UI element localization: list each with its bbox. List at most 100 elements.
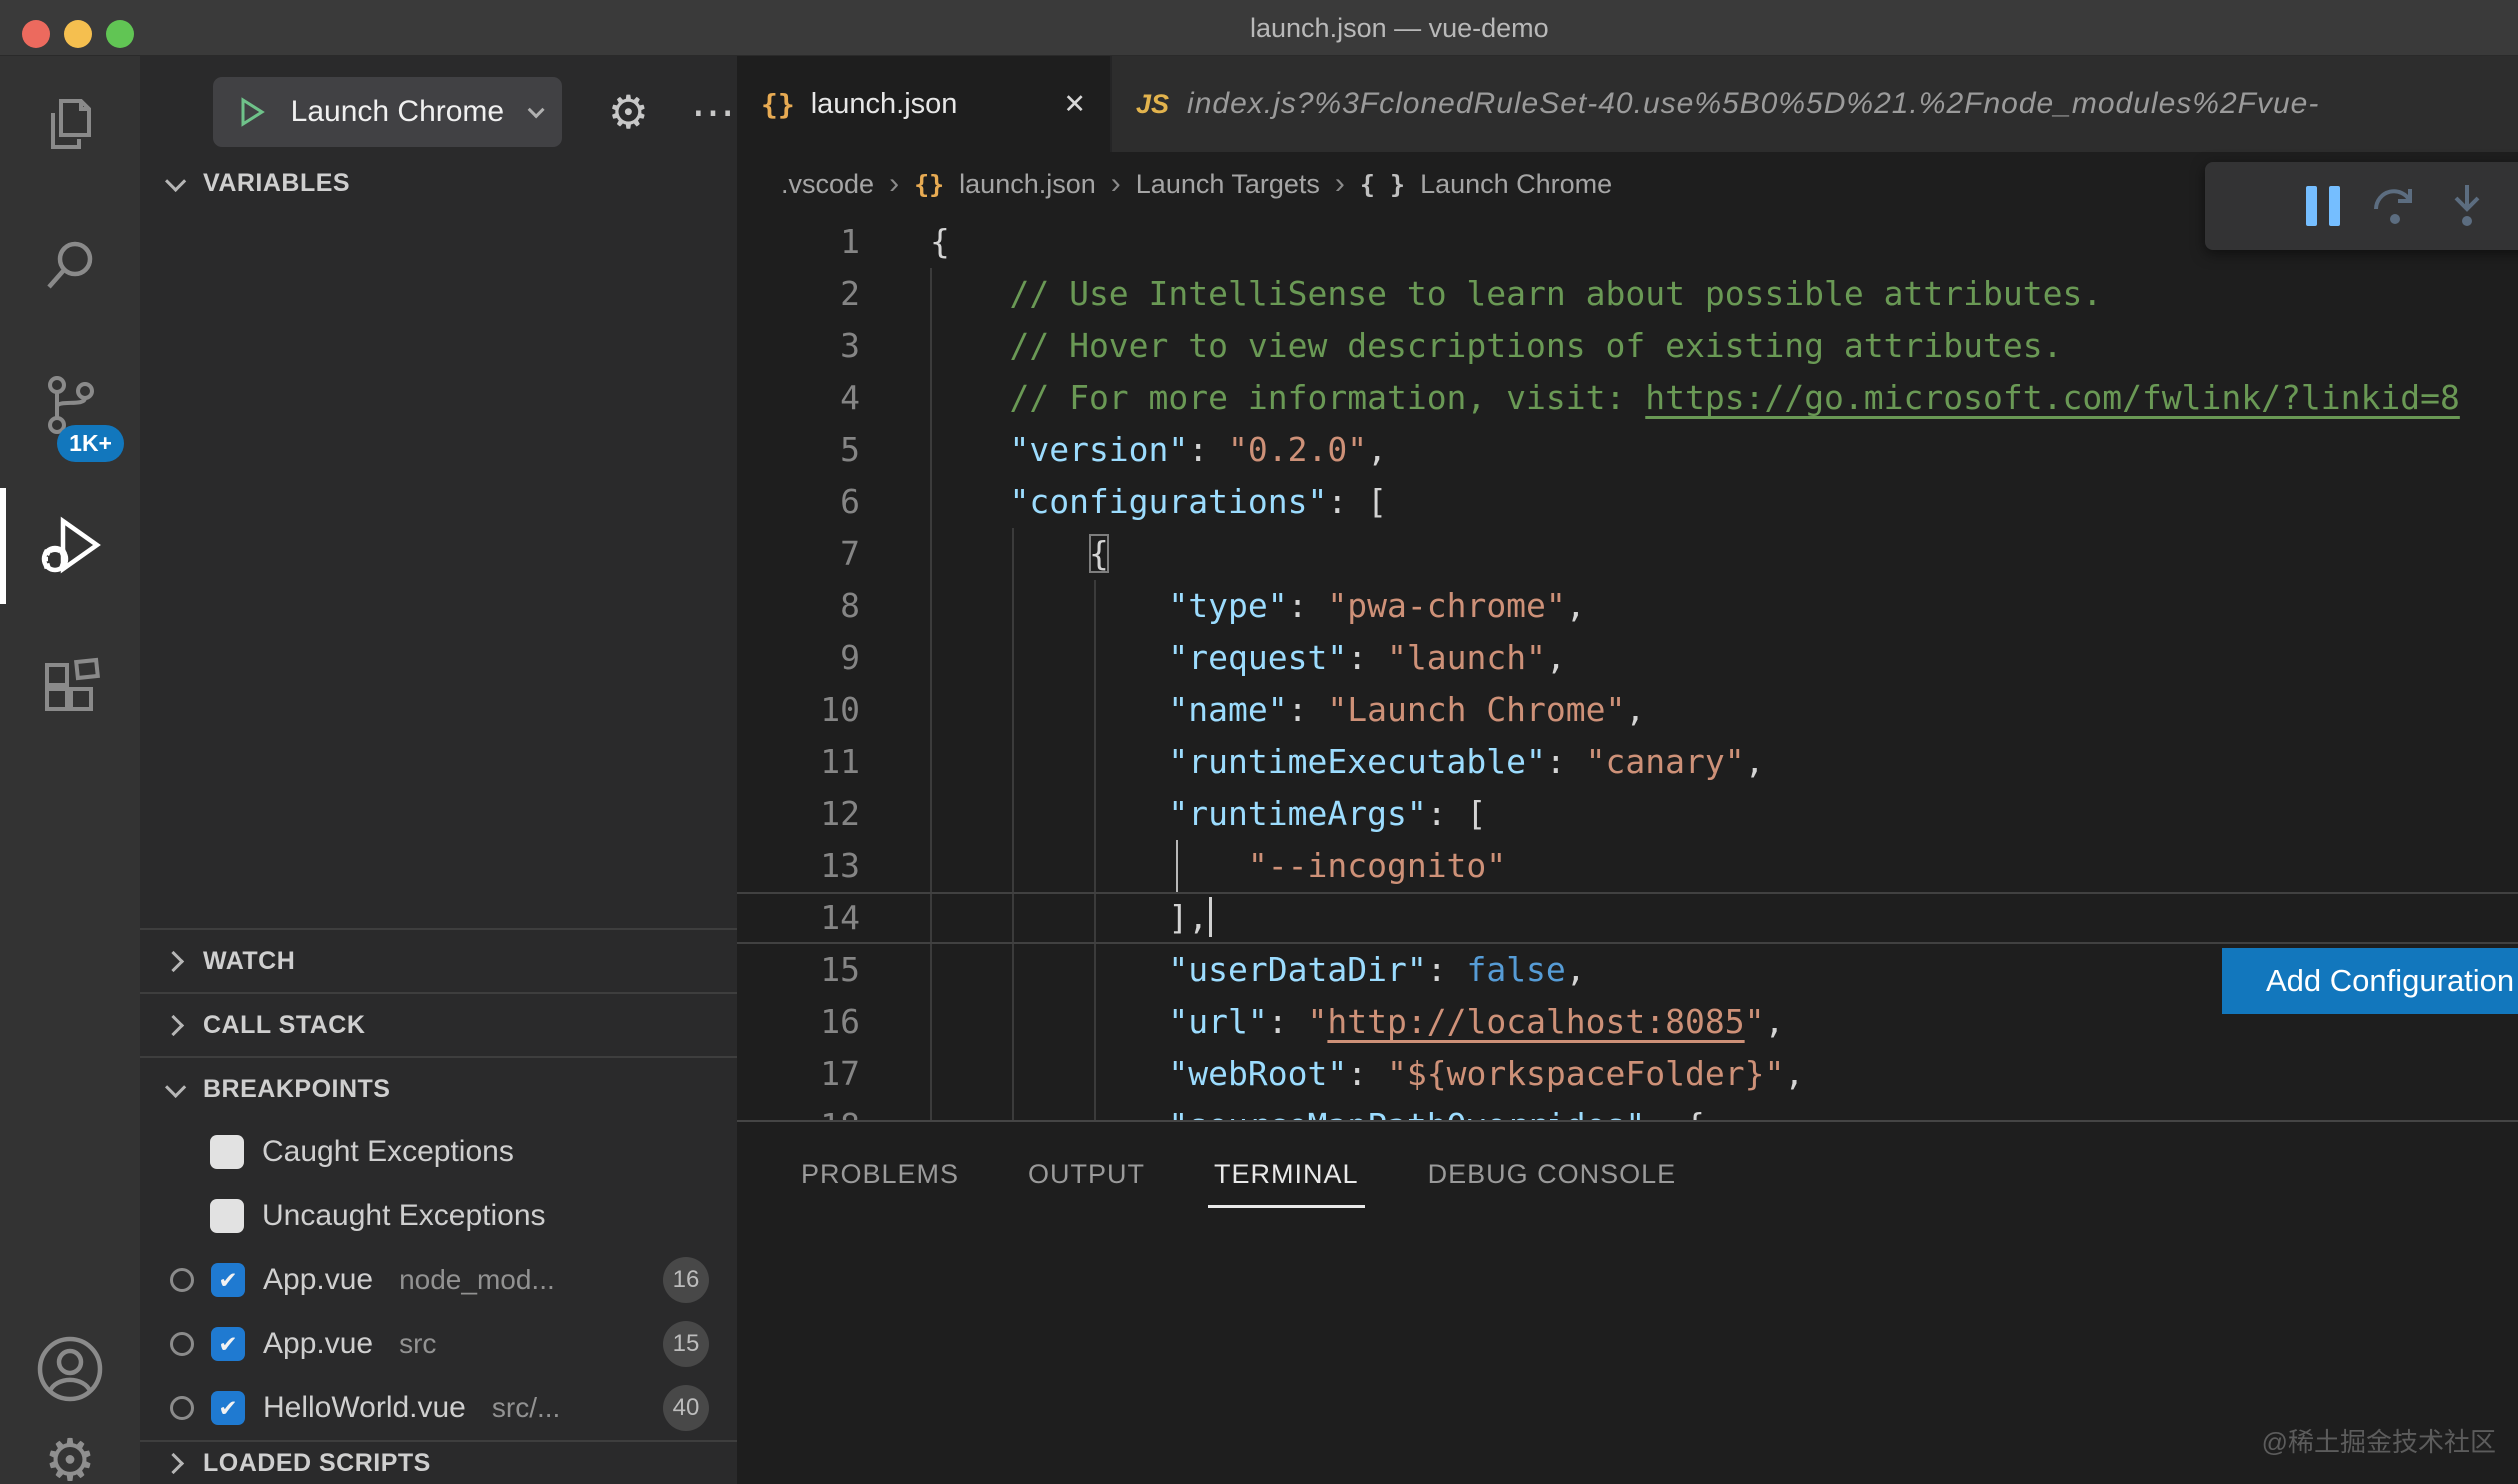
line-number-badge: 15 xyxy=(663,1321,709,1367)
maximize-window-button[interactable] xyxy=(106,20,134,48)
source-control-badge: 1K+ xyxy=(57,425,124,462)
debug-toolbar xyxy=(2205,162,2518,250)
breadcrumb-vscode[interactable]: .vscode xyxy=(781,169,874,200)
start-debug-icon[interactable] xyxy=(235,96,267,128)
code-line[interactable]: 4 // For more information, visit: https:… xyxy=(737,372,2518,424)
json-file-icon: {} xyxy=(761,88,795,121)
code-line[interactable]: 8 "type": "pwa-chrome", xyxy=(737,580,2518,632)
line-number: 12 xyxy=(737,788,860,840)
json-braces-icon: {} xyxy=(914,170,944,199)
line-number: 14 xyxy=(737,894,860,942)
explorer-icon[interactable] xyxy=(0,56,140,196)
checkbox-checked[interactable]: ✔ xyxy=(211,1263,245,1297)
extensions-icon[interactable] xyxy=(0,616,140,756)
breadcrumb-launch-targets[interactable]: Launch Targets xyxy=(1136,169,1320,200)
source-control-icon[interactable]: 1K+ xyxy=(0,336,140,476)
search-icon[interactable] xyxy=(0,196,140,336)
checkbox-checked[interactable]: ✔ xyxy=(211,1391,245,1425)
account-icon[interactable] xyxy=(0,1314,140,1424)
line-number: 18 xyxy=(737,1100,860,1120)
panel-tabbar: PROBLEMS OUTPUT TERMINAL DEBUG CONSOLE xyxy=(737,1122,2518,1226)
section-watch[interactable]: WATCH xyxy=(140,928,737,992)
breadcrumb-separator: › xyxy=(889,167,899,201)
breakpoint-circle-icon xyxy=(170,1268,194,1292)
breadcrumb-launch-chrome[interactable]: Launch Chrome xyxy=(1420,169,1612,200)
code-line[interactable]: 9 "request": "launch", xyxy=(737,632,2518,684)
code-line[interactable]: 18 "sourceMapPathOverrides": { xyxy=(737,1100,2518,1120)
code-line[interactable]: 10 "name": "Launch Chrome", xyxy=(737,684,2518,736)
chevron-down-icon xyxy=(527,101,544,118)
launch-config-dropdown[interactable]: Launch Chrome xyxy=(213,77,562,147)
checkbox-unchecked[interactable] xyxy=(210,1135,244,1169)
code-line[interactable]: 6 "configurations": [ xyxy=(737,476,2518,528)
tab-debug-console[interactable]: DEBUG CONSOLE xyxy=(1428,1159,1677,1190)
code-line[interactable]: 14 ], xyxy=(737,892,2518,944)
line-number: 10 xyxy=(737,684,860,736)
line-number: 4 xyxy=(737,372,860,424)
section-loaded-scripts[interactable]: LOADED SCRIPTS xyxy=(140,1440,737,1484)
tab-problems[interactable]: PROBLEMS xyxy=(801,1159,959,1190)
code-line[interactable]: 12 "runtimeArgs": [ xyxy=(737,788,2518,840)
chevron-right-icon xyxy=(163,950,184,971)
close-window-button[interactable] xyxy=(22,20,50,48)
code-line[interactable]: 5 "version": "0.2.0", xyxy=(737,424,2518,476)
tab-launch-json[interactable]: {} launch.json ✕ xyxy=(737,56,1110,152)
code-line[interactable]: 2 // Use IntelliSense to learn about pos… xyxy=(737,268,2518,320)
checkbox-checked[interactable]: ✔ xyxy=(211,1327,245,1361)
line-number: 9 xyxy=(737,632,860,684)
close-tab-icon[interactable]: ✕ xyxy=(1043,89,1086,120)
breakpoint-row[interactable]: ✔ HelloWorld.vue src/... 40 xyxy=(140,1376,737,1440)
activity-bar: 1K+ xyxy=(0,56,140,1484)
breadcrumb-separator: › xyxy=(1111,167,1121,201)
chevron-right-icon xyxy=(163,1452,184,1473)
step-out-button[interactable] xyxy=(2513,180,2518,232)
list-item-caught-exceptions[interactable]: Caught Exceptions xyxy=(140,1120,737,1184)
code-line[interactable]: 7 { xyxy=(737,528,2518,580)
debug-sidebar-toolbar: Launch Chrome ⚙ ⋯ xyxy=(140,56,737,150)
add-configuration-button[interactable]: Add Configuration xyxy=(2222,948,2518,1014)
line-number: 15 xyxy=(737,944,860,996)
chevron-down-icon xyxy=(165,1076,186,1097)
debug-sidebar: Launch Chrome ⚙ ⋯ VARIABLES WATCH CALL S… xyxy=(140,56,737,1484)
launch-config-label: Launch Chrome xyxy=(267,95,528,129)
section-breakpoints[interactable]: BREAKPOINTS xyxy=(140,1056,737,1120)
line-number: 17 xyxy=(737,1048,860,1100)
code-line[interactable]: 13 "--incognito" xyxy=(737,840,2518,892)
line-number: 8 xyxy=(737,580,860,632)
list-item-uncaught-exceptions[interactable]: Uncaught Exceptions xyxy=(140,1184,737,1248)
line-number: 16 xyxy=(737,996,860,1048)
line-number: 2 xyxy=(737,268,860,320)
code-line[interactable]: 17 "webRoot": "${workspaceFolder}", xyxy=(737,1048,2518,1100)
code-line[interactable]: 3 // Hover to view descriptions of exist… xyxy=(737,320,2518,372)
run-and-debug-icon[interactable] xyxy=(0,476,140,616)
breadcrumb-separator: › xyxy=(1335,167,1345,201)
step-over-button[interactable] xyxy=(2369,180,2421,232)
section-variables[interactable]: VARIABLES xyxy=(140,150,737,216)
vscode-window: launch.json — vue-demo 1K+ xyxy=(0,0,2518,1484)
minimize-window-button[interactable] xyxy=(64,20,92,48)
watermark: @稀土掘金技术社区 xyxy=(2262,1422,2496,1459)
section-call-stack[interactable]: CALL STACK xyxy=(140,992,737,1056)
tab-terminal[interactable]: TERMINAL xyxy=(1214,1159,1359,1190)
line-number: 5 xyxy=(737,424,860,476)
line-number: 3 xyxy=(737,320,860,372)
tab-output[interactable]: OUTPUT xyxy=(1028,1159,1145,1190)
breadcrumb-launch-json[interactable]: launch.json xyxy=(959,169,1096,200)
breakpoint-row[interactable]: ✔ App.vue node_mod... 16 xyxy=(140,1248,737,1312)
line-number-badge: 40 xyxy=(663,1385,709,1431)
pause-button[interactable] xyxy=(2297,180,2349,232)
step-into-button[interactable] xyxy=(2441,180,2493,232)
js-file-icon: JS xyxy=(1136,89,1169,120)
breakpoint-circle-icon xyxy=(170,1396,194,1420)
line-number: 11 xyxy=(737,736,860,788)
bottom-panel: PROBLEMS OUTPUT TERMINAL DEBUG CONSOLE @… xyxy=(737,1120,2518,1484)
checkbox-unchecked[interactable] xyxy=(210,1199,244,1233)
breakpoint-row[interactable]: ✔ App.vue src 15 xyxy=(140,1312,737,1376)
settings-gear-icon[interactable]: ⚙ xyxy=(0,1424,140,1484)
line-number: 1 xyxy=(737,216,860,268)
more-actions-icon[interactable]: ⋯ xyxy=(691,87,737,138)
tab-index-js[interactable]: JS index.js?%3FclonedRuleSet-40.use%5B0%… xyxy=(1112,56,2518,152)
code-line[interactable]: 11 "runtimeExecutable": "canary", xyxy=(737,736,2518,788)
configure-gear-icon[interactable]: ⚙ xyxy=(608,85,649,139)
drag-grip-icon[interactable] xyxy=(2225,180,2277,232)
